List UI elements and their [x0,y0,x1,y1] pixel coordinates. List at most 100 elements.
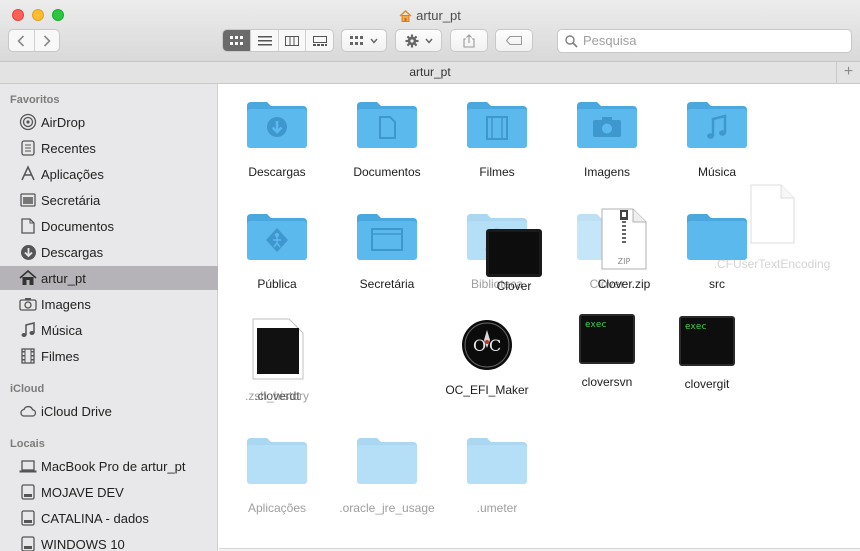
folder-filmes[interactable]: Filmes [442,98,552,179]
sidebar-section-icloud: iCloud [10,383,45,395]
sidebar-item-label: Secretária [41,192,101,208]
folder-icon [467,438,527,484]
window-title: artur_pt [0,8,860,25]
terminal-executable-icon: exec [679,316,735,366]
file-oc-efi-maker[interactable]: OC OC_EFI_Maker [432,318,542,397]
list-icon [257,35,272,45]
sidebar-item-catalina-dados[interactable]: CATALINA - dados [0,506,218,530]
folder-aplicacoes[interactable]: Aplicações [222,434,332,515]
script-document-icon [252,318,304,380]
forward-button[interactable] [35,30,60,51]
gallery-view-button[interactable] [306,30,333,51]
camera-folder-icon [577,102,637,148]
document-folder-icon [357,102,417,148]
folder-icon [357,438,417,484]
sidebar-item-aplicacoes[interactable]: Aplicações [0,162,218,186]
sidebar-item-icloud-drive[interactable]: iCloud Drive [0,399,218,423]
sidebar-item-label: Imagens [41,296,91,312]
share-button[interactable] [450,29,488,52]
search-input[interactable]: Pesquisa [557,29,852,53]
sidebar-item-label: artur_pt [41,270,86,286]
sidebar-item-secretaria[interactable]: Secretária [0,188,218,212]
sidebar-item-label: Filmes [41,348,80,364]
terminal-executable-icon: exec [579,314,635,364]
folder-imagens[interactable]: Imagens [552,98,662,179]
desktop-icon [19,191,37,209]
sidebar-item-airdrop[interactable]: AirDrop [0,110,218,134]
sidebar-item-mojave-dev[interactable]: MOJAVE DEV [0,480,218,504]
tag-icon [506,36,522,45]
exec-label: exec [685,322,707,332]
public-folder-icon [247,214,307,260]
finder-window: artur_pt Pesquisa artur_pt + Favoritos A… [0,0,860,551]
toolbar: artur_pt Pesquisa [0,0,860,62]
sidebar-item-windows-10[interactable]: WINDOWS 10 [0,532,218,551]
file-label: .oracle_jre_usage [339,501,435,515]
document-icon [19,217,37,235]
laptop-icon [19,457,37,475]
file-clover-zip[interactable]: ZIP Clover.zip [598,208,650,291]
sidebar-item-label: AirDrop [41,114,86,130]
airdrop-icon [19,113,37,131]
disk-icon [19,535,37,551]
sidebar-item-descargas[interactable]: Descargas [0,240,218,264]
file-label: Imagens [583,165,631,179]
sidebar-item-label: WINDOWS 10 [41,536,125,551]
search-placeholder: Pesquisa [583,33,637,48]
sidebar-item-imagens[interactable]: Imagens [0,292,218,316]
file-clovergit[interactable]: exec clovergit [652,316,762,391]
search-icon [565,35,578,48]
folder-icon [247,438,307,484]
folder-src[interactable]: src [662,210,772,291]
file-zsh-history[interactable]: .zsh_history .cloverdt [222,318,332,403]
folder-umeter[interactable]: .umeter [442,434,552,515]
sidebar-item-filmes[interactable]: Filmes [0,344,218,368]
film-icon [19,347,37,365]
disk-icon [19,483,37,501]
disk-icon [19,509,37,527]
tags-button[interactable] [495,29,533,52]
folder-descargas[interactable]: Descargas [222,98,332,179]
folder-musica[interactable]: Música [662,98,772,179]
action-menu-button[interactable] [395,29,442,52]
sidebar-item-artur-pt[interactable]: artur_pt [0,266,218,290]
file-browser-area: Descargas Documentos Filmes Imagens Músi… [219,84,860,551]
back-button[interactable] [9,30,35,51]
file-label: Descargas [248,165,306,179]
file-clover[interactable]: Clover [486,229,542,293]
sidebar-item-musica[interactable]: Música [0,318,218,342]
oc-efi-maker-app-icon: OC [462,320,512,370]
path-bar: artur_pt + [0,62,860,84]
file-cloversvn[interactable]: exec cloversvn [552,314,662,389]
sidebar-item-documentos[interactable]: Documentos [0,214,218,238]
folder-oracle-jre-usage[interactable]: .oracle_jre_usage [332,434,442,515]
sidebar-item-label: Recentes [41,140,96,156]
file-label: Aplicações [247,501,307,515]
exec-label: exec [585,320,607,330]
svg-text:ZIP: ZIP [618,257,631,266]
folder-secretaria[interactable]: Secretária [332,210,442,291]
music-folder-icon [687,102,747,148]
home-icon [19,269,37,287]
sidebar-item-recentes[interactable]: Recentes [0,136,218,160]
film-folder-icon [467,102,527,148]
icon-view-button[interactable] [223,30,251,51]
list-view-button[interactable] [251,30,279,51]
navigation-buttons [8,29,60,52]
sidebar-item-label: Descargas [41,244,104,260]
folder-publica[interactable]: Pública [222,210,332,291]
folder-documentos[interactable]: Documentos [332,98,442,179]
sidebar-item-macbook[interactable]: MacBook Pro de artur_pt [0,454,218,478]
group-grid-icon [350,35,363,45]
cloud-icon [19,402,37,420]
new-tab-button[interactable]: + [836,62,860,83]
file-label: .cloverdt [254,389,300,403]
home-icon [399,10,412,25]
column-view-button[interactable] [279,30,306,51]
path-bar-title: artur_pt [409,65,451,79]
group-by-button[interactable] [341,29,387,52]
clock-icon [19,139,37,157]
file-label: src [709,277,725,291]
sidebar-item-label: CATALINA - dados [41,510,149,526]
sidebar-item-label: Documentos [41,218,114,234]
